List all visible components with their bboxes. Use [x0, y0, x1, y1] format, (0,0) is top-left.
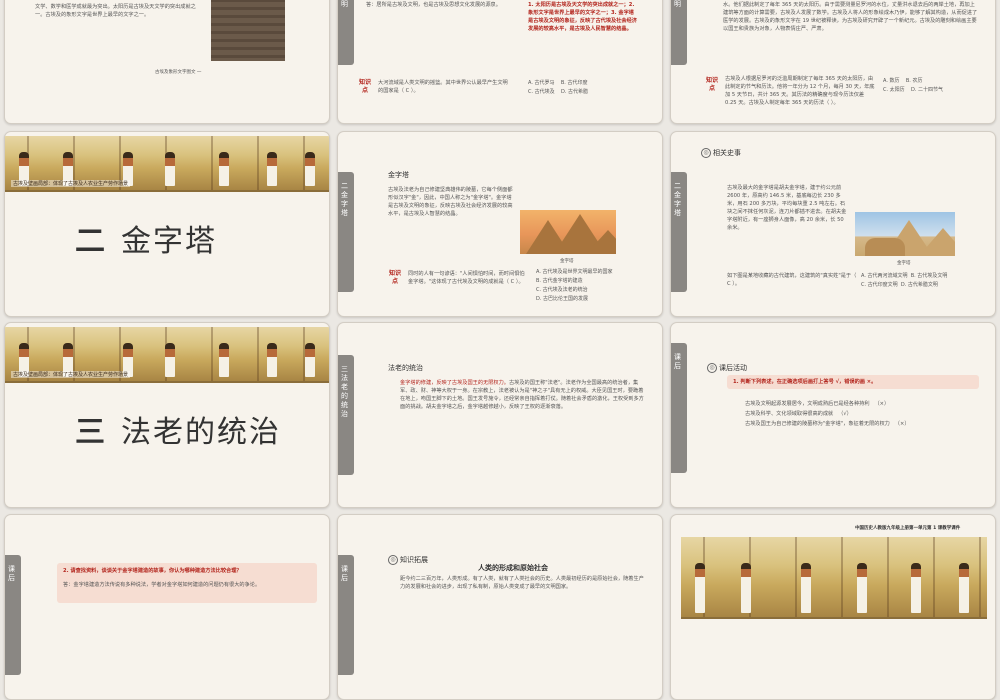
answer-options: A. 古代埃及是世界文明最早的国家 B. 古代金字塔的建造 C. 古代埃及法老的… [536, 268, 613, 304]
question-text: 古埃及人根据尼罗河的泛滥周期制定了每年 365 天的太阳历，由此制定的节气和历法… [725, 76, 875, 106]
option-d: D. 古代希腊 [561, 89, 589, 95]
option-b: B. 农历 [905, 78, 923, 84]
mural-image [681, 537, 987, 619]
pyramid-image [520, 210, 616, 254]
mural-banner-image: 古埃及壁画局部：体现了古埃及人农业生产劳作场景 [5, 327, 329, 383]
option-d: D. 二十四节气 [911, 87, 944, 93]
sphinx-pyramid-image [855, 212, 955, 256]
slide-body-text: 古埃及法老为自己修建坚典雄伟的陵墓，它每个侧面都形似汉字"金"，因此，中国人称之… [388, 187, 513, 217]
option-a: A. 古代罗马 [528, 80, 555, 86]
section-icon: ◎ [388, 555, 398, 565]
slide-body-text: 文学、数学和医学成就最为突出。太阳历是古埃及天文学的突出成就之一。古埃及的象形文… [35, 4, 196, 18]
answer-text: 答：金字塔建造方法传说有多种说法，学者对金字塔如何建造的问题仍有很大的争论。 [63, 582, 261, 588]
section-title: 二金字塔 [75, 216, 217, 260]
option-d: D. 古代希腊文明 [900, 282, 938, 288]
section-number: 二 [75, 224, 107, 259]
statement-list: 古埃及文明起源发展居今，文明成熟后已是经各种持利 （×） 古埃及科学、文化领域取… [745, 399, 975, 429]
slide-thumbnail-2[interactable]: 与 古 埃 及 文 明 答：居所是古埃及文明，也是古埃及思想文化发展的源泉。 1… [337, 0, 663, 124]
slide-body-text: 水。他们据此制定了每年 365 天的太阳历。由于需要测量尼罗河的水位，丈量洪水退… [723, 2, 978, 32]
question-label: 知识点 [705, 77, 718, 92]
option-a: A. 数历 [883, 78, 900, 84]
slide-thumbnail-12[interactable]: 中国历史人教版九年级上册第一单元第 1 课教学课件 [670, 514, 996, 700]
option-a: A. 古代埃及是世界文明最早的国家 [536, 269, 613, 275]
highlight-text: 金字塔的修建，反映了古埃及国王的无限权力。 [400, 380, 509, 386]
slide-thumbnail-7[interactable]: 古埃及壁画局部：体现了古埃及人农业生产劳作场景 三法老的统治 [4, 322, 330, 508]
section-tab: 课后 [338, 555, 354, 675]
question-text: 如下图是某地收藏的古代建筑，这建筑的"真实姓"是于（ C ）。 [727, 273, 857, 287]
statement-item: 古埃及文明起源发展居今，文明成熟后已是经各种持利 （×） [745, 401, 890, 407]
option-c: C. 古代埃及法老的统治 [536, 287, 588, 293]
image-caption: 金字塔 [560, 259, 574, 264]
option-c: C. 古代印度文明 [861, 282, 898, 288]
image-caption: 金字塔 [897, 261, 911, 266]
mural-banner-image: 古埃及壁画局部：体现了古埃及人农业生产劳作场景 [5, 136, 329, 192]
section-title-text: 金字塔 [121, 224, 217, 259]
option-c: C. 古代埃及 [528, 89, 555, 95]
slide-thumbnail-10[interactable]: 课后 2. 请查找资料，谈谈关于金字塔建造的故事，你认为哪种建造方法比较合理？ … [4, 514, 330, 700]
instruction-box: 1. 判断下列表述，在正确选项后画打上答号 √，错误的画 ×。 [727, 375, 979, 389]
option-b: B. 古代埃及文明 [910, 273, 948, 279]
slide-thumbnail-8[interactable]: 三 法 老 的 统 治 法老的统治 金字塔的修建，反映了古埃及国王的无限权力。古… [337, 322, 663, 508]
section-tab: 二 金字塔 [671, 172, 687, 292]
slide-thumbnail-9[interactable]: 课后 ◎ 课后活动 1. 判断下列表述，在正确选项后画打上答号 √，错误的画 ×… [670, 322, 996, 508]
option-c: C. 太阳历 [883, 87, 905, 93]
section-number: 三 [75, 415, 107, 450]
slide-body-text: 金字塔的修建，反映了古埃及国王的无限权力。古埃及的国王称"法老"。法老作为全国最… [400, 380, 644, 410]
slide-thumbnail-4[interactable]: 古埃及壁画局部：体现了古埃及人农业生产劳作场景 二金字塔 [4, 131, 330, 317]
question-label: 知识点 [358, 79, 371, 94]
slide-subheading: 人类的形成和原始社会 [478, 564, 548, 572]
slide-thumbnail-1[interactable]: 文学、数学和医学成就最为突出。太阳历是古埃及天文学的突出成就之一。古埃及的象形文… [4, 0, 330, 124]
answer-notes: 1. 太阳历是古埃及天文学的突出成就之一；2. 象形文字是世界上最早的文字之一；… [528, 2, 637, 32]
section-tab: 与 古 埃 及 文 明 [338, 0, 354, 65]
hieroglyph-image [211, 0, 285, 61]
slide-heading: 法老的统治 [388, 364, 423, 372]
question-text: 2. 请查找资料，谈谈关于金字塔建造的故事，你认为哪种建造方法比较合理？ [63, 568, 242, 574]
section-tab: 课后 [5, 555, 21, 675]
slide-body-text: 答：居所是古埃及文明，也是古埃及思想文化发展的源泉。 [366, 2, 501, 8]
mural-caption: 古埃及壁画局部：体现了古埃及人农业生产劳作场景 [11, 371, 131, 378]
question-box: 2. 请查找资料，谈谈关于金字塔建造的故事，你认为哪种建造方法比较合理？ 答：金… [57, 563, 317, 603]
section-tab: 三 法 老 的 统 治 [338, 355, 354, 475]
section-icon: ◎ [707, 363, 717, 373]
slide-thumbnail-6[interactable]: 二 金字塔 ◎ 相关史事 古埃及最大的金字塔是胡夫金字塔，建于约公元前 2600… [670, 131, 996, 317]
slide-thumbnail-5[interactable]: 二 金 字 塔 金字塔 古埃及法老为自己修建坚典雄伟的陵墓，它每个侧面都形似汉字… [337, 131, 663, 317]
slide-thumbnail-11[interactable]: 课后 ◎ 知识拓展 人类的形成和原始社会 距今约二三百万年，人类形成。有了人类，… [337, 514, 663, 700]
image-caption: 古埃及象形文字图文 一 [155, 70, 202, 75]
answer-options: A. 古代两河流域文明 B. 古代埃及文明 C. 古代印度文明 D. 古代希腊文… [861, 272, 947, 290]
question-text: 同时的人有一句谚语："人间惧怕时间，而时间惧怕金字塔。"这体现了古代埃及文明的成… [408, 271, 525, 285]
slide-heading: 课后活动 [719, 364, 747, 372]
slide-heading: 相关史事 [713, 149, 741, 157]
slide-body-text: 距今约二三百万年，人类形成。有了人类，就有了人类社会的历史。人类最初经历的是原始… [400, 576, 644, 590]
slide-heading: 金字塔 [388, 171, 409, 179]
statement-item: 古埃及国王为自己修建的陵墓称为"金字塔"，象征着无限的权力 （×） [745, 421, 910, 427]
slide-thumbnail-3[interactable]: 与 古 埃 及 文 明 水。他们据此制定了每年 365 天的太阳历。由于需要测量… [670, 0, 996, 124]
section-tab: 课后 [671, 343, 687, 473]
slide-body-text: 古埃及最大的金字塔是胡夫金字塔，建于约公元前 2600 年，原高约 146.5 … [727, 185, 847, 231]
slide-heading: 知识拓展 [400, 556, 428, 564]
question-label: 知识点 [388, 270, 401, 285]
answer-options: A. 古代罗马 B. 古代印度 C. 古代埃及 D. 古代希腊 [528, 79, 588, 97]
section-tab: 二 金 字 塔 [338, 172, 354, 292]
question-text: 大河流域是人类文明的摇篮。其中世界公认最早产生文明的国家是（ C ）。 [378, 80, 508, 94]
option-b: B. 古代金字塔的建造 [536, 278, 583, 284]
option-d: D. 古巴比伦王国的发展 [536, 296, 589, 302]
section-icon: ◎ [701, 148, 711, 158]
section-title-text: 法老的统治 [121, 415, 281, 450]
slide-header: 中国历史人教版九年级上册第一单元第 1 课教学课件 [855, 526, 961, 531]
statement-item: 古埃及科学、文化领域取得很高的成就 （√） [745, 411, 852, 417]
section-tab: 与 古 埃 及 文 明 [671, 0, 687, 65]
option-a: A. 古代两河流域文明 [861, 273, 908, 279]
option-b: B. 古代印度 [560, 80, 588, 86]
section-title: 三法老的统治 [75, 407, 281, 451]
mural-caption: 古埃及壁画局部：体现了古埃及人农业生产劳作场景 [11, 180, 131, 187]
answer-options: A. 数历 B. 农历 C. 太阳历 D. 二十四节气 [883, 77, 943, 95]
